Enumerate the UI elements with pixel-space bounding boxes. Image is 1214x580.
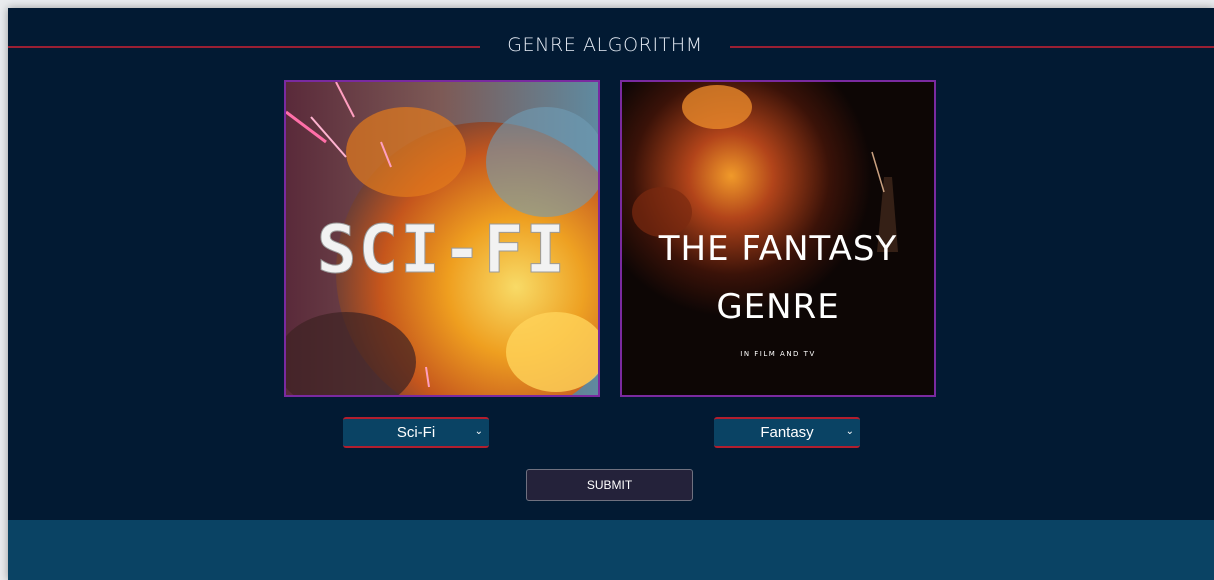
header-divider-right [730,46,1214,48]
fantasy-poster-title-line2: GENRE [716,287,839,327]
header-divider-left [8,46,480,48]
page-footer [8,520,1214,580]
page-header: GENRE ALGORITHM [8,34,1214,62]
page-title: GENRE ALGORITHM [507,34,703,56]
fantasy-genre-image: THE FANTASY GENRE IN FILM AND TV [620,80,936,397]
genre-select-right[interactable]: Fantasy ⌄ [714,417,860,448]
page-frame: GENRE ALGORITHM SCI-FI THE FANTASY GENRE… [8,8,1214,580]
scifi-genre-image: SCI-FI [284,80,600,397]
genre-select-right-value: Fantasy [760,424,814,441]
scifi-poster-title: SCI-FI [317,211,567,288]
fantasy-poster-title-line1: THE FANTASY [658,229,898,269]
chevron-down-icon: ⌄ [474,426,483,437]
scifi-poster-art: SCI-FI [286,82,598,395]
fantasy-poster-art: THE FANTASY GENRE IN FILM AND TV [622,82,934,395]
fantasy-poster-subtitle: IN FILM AND TV [740,350,816,358]
submit-button[interactable]: SUBMIT [526,469,693,501]
chevron-down-icon: ⌄ [845,426,854,437]
genre-select-left-value: Sci-Fi [396,424,436,441]
genre-select-left[interactable]: Sci-Fi ⌄ [343,417,489,448]
